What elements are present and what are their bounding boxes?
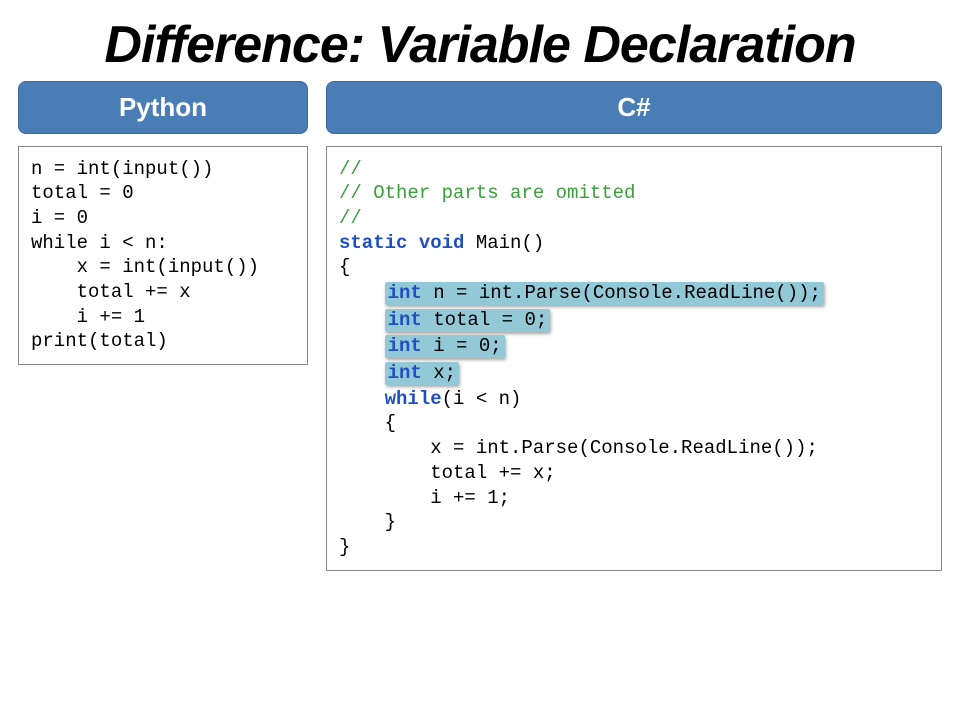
comment-line: // Other parts are omitted: [339, 182, 635, 204]
code-text: total += x;: [339, 462, 556, 484]
code-text: i += 1;: [339, 487, 510, 509]
columns: Python n = int(input()) total = 0 i = 0 …: [0, 81, 960, 571]
comment-line: //: [339, 158, 362, 180]
code-text: x;: [422, 362, 456, 384]
code-text: total = 0;: [422, 309, 547, 331]
keyword: int: [388, 335, 422, 357]
keyword: while: [385, 388, 442, 410]
highlight-decl: int x;: [385, 362, 459, 385]
csharp-column: C# // // Other parts are omitted // stat…: [326, 81, 942, 571]
code-text: }: [339, 536, 350, 558]
code-text: n = int.Parse(Console.ReadLine());: [422, 282, 821, 304]
keyword: int: [388, 282, 422, 304]
comment-line: //: [339, 207, 362, 229]
code-text: (i < n): [442, 388, 522, 410]
highlight-decl: int n = int.Parse(Console.ReadLine());: [385, 282, 824, 305]
code-text: }: [339, 511, 396, 533]
python-code: n = int(input()) total = 0 i = 0 while i…: [18, 146, 308, 366]
keyword: static void: [339, 232, 464, 254]
highlight-decl: int total = 0;: [385, 309, 551, 332]
python-column: Python n = int(input()) total = 0 i = 0 …: [18, 81, 308, 571]
csharp-code: // // Other parts are omitted // static …: [326, 146, 942, 571]
code-text: i = 0;: [422, 335, 502, 357]
code-text: x = int.Parse(Console.ReadLine());: [339, 437, 818, 459]
keyword: int: [388, 309, 422, 331]
highlight-decl: int i = 0;: [385, 335, 505, 358]
csharp-badge: C#: [326, 81, 942, 134]
keyword: int: [388, 362, 422, 384]
code-text: {: [339, 412, 396, 434]
code-text: Main(): [464, 232, 544, 254]
code-text: {: [339, 256, 350, 278]
python-badge: Python: [18, 81, 308, 134]
slide-title: Difference: Variable Declaration: [0, 0, 960, 81]
